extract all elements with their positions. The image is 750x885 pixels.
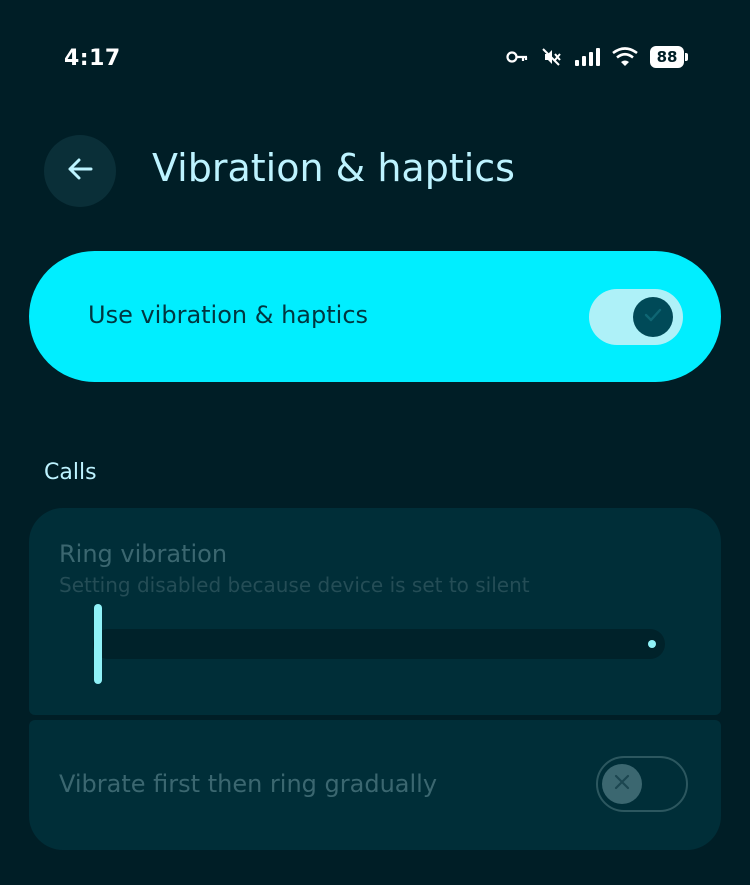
wifi-icon [612, 47, 638, 67]
silent-mode-icon [540, 46, 562, 68]
calls-section-header: Calls [44, 460, 97, 485]
page-title: Vibration & haptics [152, 146, 515, 190]
vpn-key-icon [506, 50, 528, 64]
status-icons: 88 [506, 46, 688, 68]
cellular-signal-icon [574, 47, 600, 67]
use-vibration-row[interactable]: Use vibration & haptics [29, 251, 721, 382]
toggle-thumb [602, 764, 642, 804]
slider-handle[interactable] [94, 604, 102, 684]
back-button[interactable] [44, 135, 116, 207]
vibrate-first-toggle[interactable] [596, 756, 688, 812]
ring-vibration-subtitle: Setting disabled because device is set t… [59, 573, 530, 597]
status-time: 4:17 [64, 46, 121, 71]
vibrate-first-row[interactable]: Vibrate first then ring gradually [29, 720, 721, 850]
battery-icon: 88 [650, 46, 688, 68]
status-bar: 4:17 88 [0, 0, 750, 120]
ring-vibration-card: Ring vibration Setting disabled because … [29, 508, 721, 715]
ring-vibration-slider[interactable] [93, 629, 665, 659]
arrow-left-icon [63, 152, 97, 190]
close-icon [612, 772, 632, 796]
vibrate-first-label: Vibrate first then ring gradually [59, 770, 438, 798]
toggle-thumb [633, 297, 673, 337]
ring-vibration-title: Ring vibration [59, 540, 228, 568]
check-icon [642, 304, 664, 330]
slider-end-dot [648, 640, 656, 648]
battery-level: 88 [650, 46, 684, 68]
use-vibration-label: Use vibration & haptics [88, 301, 369, 329]
use-vibration-toggle[interactable] [589, 289, 683, 345]
